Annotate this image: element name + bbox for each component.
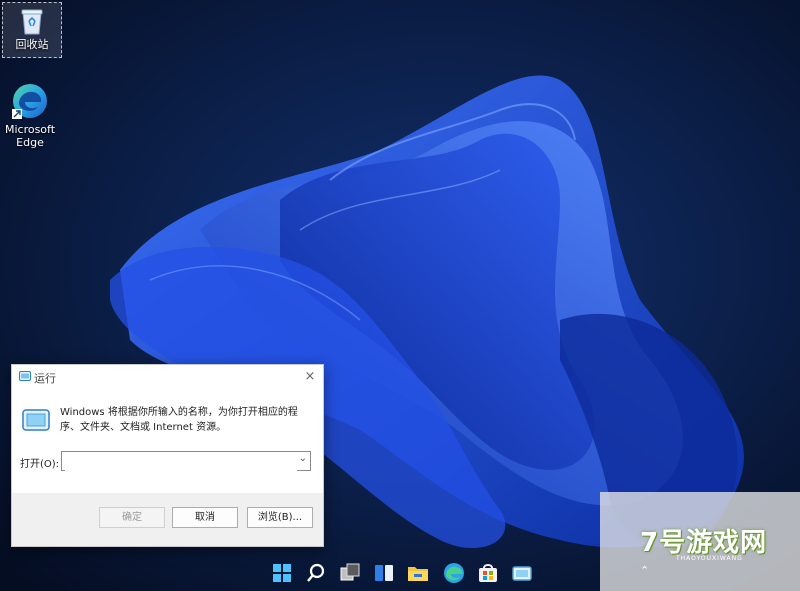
open-input[interactable] <box>65 453 297 471</box>
watermark-text: 7号游戏网 <box>640 528 768 558</box>
open-combobox[interactable]: ⌄ <box>61 451 311 471</box>
widgets-icon[interactable] <box>372 561 396 585</box>
start-icon[interactable] <box>270 561 294 585</box>
run-dialog: 运行 × Windows 将根据你所输入的名称，为你打开相应的程序、文件夹、文档… <box>11 364 324 547</box>
open-label: 打开(O): <box>20 459 60 470</box>
edge-icon[interactable] <box>442 561 466 585</box>
edge-icon <box>12 84 47 119</box>
dialog-titlebar[interactable]: 运行 × <box>12 365 323 389</box>
run-icon[interactable] <box>510 561 534 585</box>
browse-button[interactable]: 浏览(B)... <box>247 507 313 528</box>
desktop-icon-label-line1: Microsoft <box>4 123 56 136</box>
run-icon <box>19 371 31 381</box>
desktop-icon-label: 回收站 <box>15 38 49 51</box>
task-view-icon[interactable] <box>338 561 362 585</box>
desktop-icon-recycle-bin[interactable]: 回收站 <box>2 2 62 58</box>
close-button[interactable]: × <box>301 368 319 386</box>
chevron-up-icon: ⌃ <box>640 564 650 577</box>
close-icon: × <box>304 369 316 384</box>
taskbar <box>262 559 542 589</box>
file-explorer-icon[interactable] <box>406 561 430 585</box>
ok-button[interactable]: 确定 <box>99 507 165 528</box>
dialog-description: Windows 将根据你所输入的名称，为你打开相应的程序、文件夹、文档或 Int… <box>60 407 298 433</box>
watermark-subtext: THAOYOUXIWANG <box>676 555 743 562</box>
cancel-button[interactable]: 取消 <box>172 507 238 528</box>
run-program-icon <box>22 409 50 431</box>
watermark: 7号游戏网 THAOYOUXIWANG ⌃ <box>600 492 800 591</box>
desktop-icon-edge[interactable]: Microsoft Edge <box>1 78 59 149</box>
store-icon[interactable] <box>476 561 500 585</box>
search-icon[interactable] <box>304 561 328 585</box>
chevron-down-icon[interactable]: ⌄ <box>299 453 307 464</box>
desktop-icon-label-line2: Edge <box>16 136 44 149</box>
dialog-title: 运行 <box>34 372 56 385</box>
recycle-bin-icon <box>21 9 43 35</box>
